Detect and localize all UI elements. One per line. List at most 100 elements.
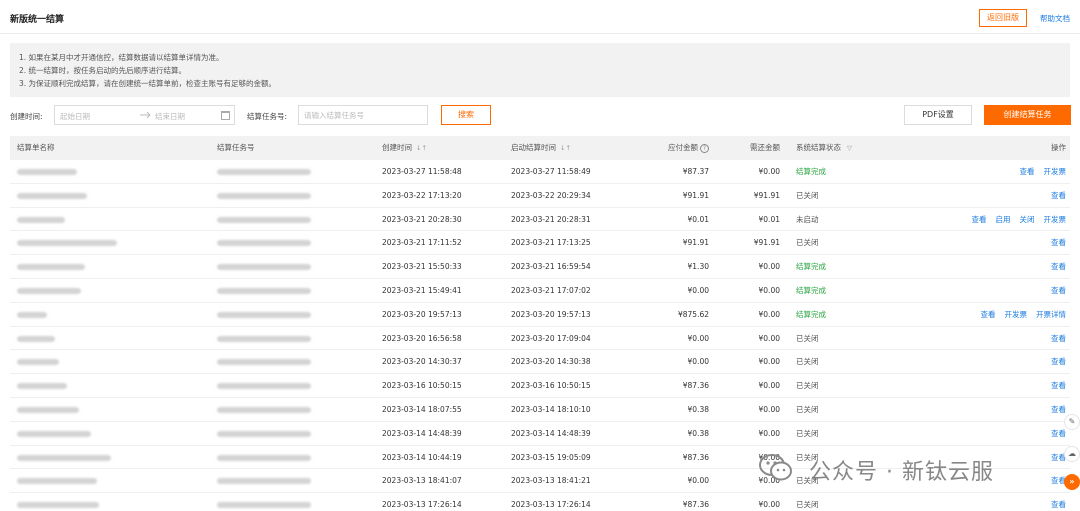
create-time-cell: 2023-03-20 19:57:13 [382,309,462,319]
start-time-cell: 2023-03-20 17:09:04 [511,333,591,343]
settlement-name-redacted [17,493,99,511]
row-actions: 查看 [1042,279,1066,302]
amount-cell: ¥0.00 [687,333,709,343]
watermark-text: 公众号 · 新钛云服 [809,460,994,485]
row-actions: 查看 [1042,350,1066,373]
settlement-name-redacted [17,398,79,421]
wechat-logo-icon [759,454,792,481]
task-no-redacted [217,184,311,207]
amount-cell: ¥91.91 [682,190,709,200]
col-ops: 操作 [1051,143,1066,152]
row-action-link[interactable]: 查看 [1051,286,1066,295]
amount-cell: ¥0.00 [687,357,709,367]
page-title: 新版统一结算 [10,15,65,25]
table-row: 2023-03-13 17:26:14 2023-03-13 17:26:14 ¥8… [10,493,1070,511]
settlement-name-redacted [17,255,85,278]
status-badge: 结算完成 [796,285,826,295]
row-action-link[interactable]: 查看 [1051,191,1066,200]
repaid-cell: ¥0.00 [758,404,780,414]
create-time-label: 创建时间: [10,112,43,121]
row-action-link[interactable]: 查看 [1051,381,1066,390]
amount-cell: ¥91.91 [682,238,709,248]
row-actions: 查看 [1042,374,1066,397]
row-action-link[interactable]: 开票详情 [1036,310,1066,319]
end-date-input[interactable]: 结束日期 [155,111,185,122]
double-chevron-right-icon[interactable]: » [1064,474,1080,490]
status-badge: 已关闭 [796,404,819,414]
row-actions: 查看 启用 关闭 开发票 [963,208,1067,231]
create-time-cell: 2023-03-13 17:26:14 [382,500,462,510]
task-no-redacted [217,493,311,511]
back-to-old-version-button[interactable]: 返回旧版 [979,9,1027,27]
row-action-link[interactable]: 开发票 [1005,310,1028,319]
repaid-cell: ¥0.00 [758,262,780,272]
repaid-cell: ¥91.91 [753,238,780,248]
start-time-cell: 2023-03-21 20:28:31 [511,214,591,224]
task-no-redacted [217,160,311,183]
create-time-cell: 2023-03-14 10:44:19 [382,452,462,462]
repaid-cell: ¥0.01 [758,214,780,224]
pen-icon[interactable]: ✎ [1064,414,1080,430]
row-action-link[interactable]: 查看 [1051,357,1066,366]
create-time-cell: 2023-03-21 15:50:33 [382,262,462,272]
table-row: 2023-03-14 14:48:39 2023-03-14 14:48:39 ¥0… [10,422,1070,446]
create-settlement-task-button[interactable]: 创建结算任务 [984,105,1071,125]
side-toolbar: ✎ ☁ » [1062,404,1080,511]
row-actions: 查看 [1042,255,1066,278]
sort-icon[interactable]: ↓↑ [416,144,427,152]
table-row: 2023-03-21 20:28:30 2023-03-21 20:28:31 ¥0… [10,208,1070,232]
row-action-link[interactable]: 查看 [981,310,996,319]
sort-icon[interactable]: ↓↑ [560,144,571,152]
start-time-cell: 2023-03-20 14:30:38 [511,357,591,367]
start-time-cell: 2023-03-21 17:07:02 [511,285,591,295]
table-row: 2023-03-21 15:49:41 2023-03-21 17:07:02 ¥0… [10,279,1070,303]
row-action-link[interactable]: 查看 [972,215,987,224]
row-action-link[interactable]: 查看 [1051,262,1066,271]
col-amount: 应付金额? [668,136,709,160]
task-no-redacted [217,350,311,373]
create-time-cell: 2023-03-20 16:56:58 [382,333,462,343]
col-create-time[interactable]: 创建时间 ↓↑ [382,136,427,160]
cloud-icon[interactable]: ☁ [1064,446,1080,462]
row-action-link[interactable]: 查看 [1051,334,1066,343]
question-icon[interactable]: ? [700,143,709,153]
start-date-input[interactable]: 起始日期 [60,111,90,122]
row-action-link[interactable]: 查看 [1051,238,1066,247]
notice-line: 1. 如果在某月中才开通信控，结算数据请以结算单详情为准。 [19,53,224,62]
create-time-cell: 2023-03-13 18:41:07 [382,476,462,486]
task-no-redacted [217,208,311,231]
task-no-input[interactable] [298,105,428,125]
date-range-picker[interactable]: 起始日期 结束日期 [54,105,235,125]
status-badge: 已关闭 [796,190,819,200]
amount-cell: ¥0.00 [687,476,709,486]
col-status[interactable]: 系统结算状态 ▽ [796,136,852,160]
create-time-cell: 2023-03-21 15:49:41 [382,285,462,295]
status-badge: 结算完成 [796,309,826,319]
start-time-cell: 2023-03-21 16:59:54 [511,262,591,272]
row-action-link[interactable]: 开发票 [1044,215,1067,224]
create-time-cell: 2023-03-27 11:58:48 [382,167,462,176]
help-docs-link[interactable]: 帮助文档 [1040,13,1070,24]
repaid-cell: ¥0.00 [758,309,780,319]
task-no-redacted [217,231,311,254]
filter-icon[interactable]: ▽ [847,144,852,152]
col-start-time[interactable]: 启动结算时间 ↓↑ [511,136,571,160]
settlement-name-redacted [17,231,117,254]
settlement-name-redacted [17,350,59,373]
start-time-cell: 2023-03-13 17:26:14 [511,500,591,510]
row-actions: 查看 [1042,327,1066,350]
table-header: 结算单名称 结算任务号 创建时间 ↓↑ 启动结算时间 ↓↑ 应付金额? 需还金额 系… [10,136,1070,160]
pdf-settings-button[interactable]: PDF设置 [904,105,972,125]
row-action-link[interactable]: 开发票 [1044,167,1067,176]
notice-line: 2. 统一结算时，按任务启动的先后顺序进行结算。 [19,66,187,75]
arrow-right-icon [140,111,151,119]
row-action-link[interactable]: 查看 [1020,167,1035,176]
start-time-cell: 2023-03-14 18:10:10 [511,404,591,414]
row-action-link[interactable]: 启用 [996,215,1011,224]
settlement-name-redacted [17,327,55,350]
task-no-redacted [217,398,311,421]
table-row: 2023-03-16 10:50:15 2023-03-16 10:50:15 ¥8… [10,374,1070,398]
search-button[interactable]: 搜索 [441,105,491,125]
row-action-link[interactable]: 关闭 [1020,215,1035,224]
settlement-name-redacted [17,160,77,183]
